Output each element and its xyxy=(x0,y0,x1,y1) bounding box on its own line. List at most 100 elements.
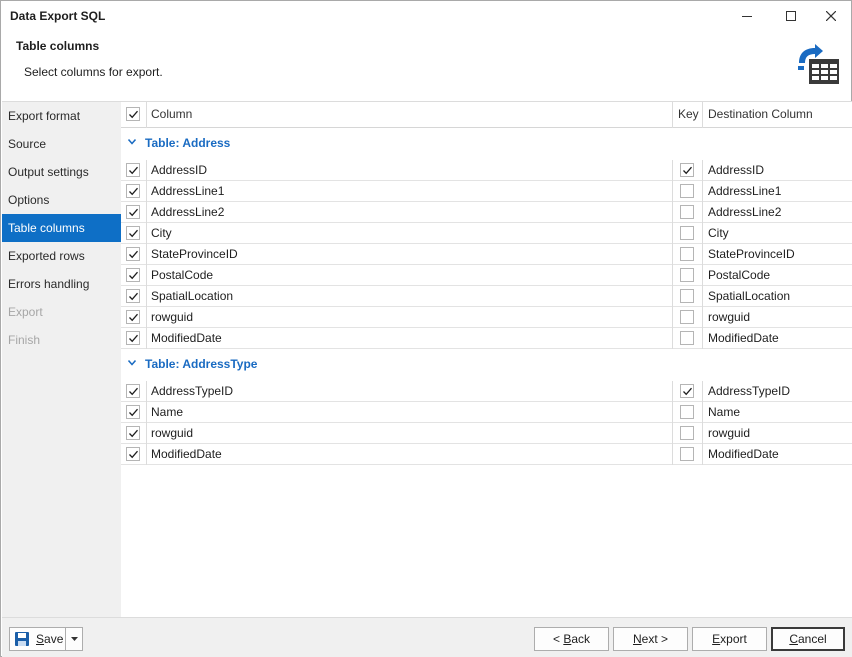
sidebar-item[interactable]: Export format xyxy=(2,102,121,130)
checkmark-icon xyxy=(129,450,138,459)
destination-column[interactable]: rowguid xyxy=(708,310,750,324)
select-all-checkbox[interactable] xyxy=(126,107,140,121)
table-row[interactable]: AddressLine2 AddressLine2 xyxy=(121,202,852,223)
column-select-checkbox[interactable] xyxy=(126,184,140,198)
key-checkbox[interactable] xyxy=(680,405,694,419)
column-select-checkbox[interactable] xyxy=(126,384,140,398)
table-row[interactable]: AddressTypeID AddressTypeID xyxy=(121,381,852,402)
destination-column[interactable]: ModifiedDate xyxy=(708,331,779,345)
key-checkbox[interactable] xyxy=(680,384,694,398)
minimize-icon xyxy=(742,16,752,17)
chevron-down-icon[interactable] xyxy=(128,360,136,366)
cell-divider xyxy=(672,223,673,244)
sidebar-item[interactable]: Exported rows xyxy=(2,242,121,270)
sidebar-item[interactable]: Source xyxy=(2,130,121,158)
sidebar-item[interactable]: Table columns xyxy=(2,214,121,242)
column-select-checkbox[interactable] xyxy=(126,163,140,177)
column-header-column[interactable]: Column xyxy=(151,102,192,127)
destination-column[interactable]: StateProvinceID xyxy=(708,247,795,261)
column-header-key[interactable]: Key xyxy=(678,102,699,127)
sidebar-item[interactable]: Options xyxy=(2,186,121,214)
key-checkbox[interactable] xyxy=(680,226,694,240)
destination-column[interactable]: AddressLine1 xyxy=(708,184,781,198)
key-checkbox[interactable] xyxy=(680,184,694,198)
table-row[interactable]: ModifiedDate ModifiedDate xyxy=(121,444,852,465)
key-checkbox[interactable] xyxy=(680,268,694,282)
table-row[interactable]: PostalCode PostalCode xyxy=(121,265,852,286)
sidebar-item[interactable]: Errors handling xyxy=(2,270,121,298)
chevron-down-icon xyxy=(70,637,78,641)
group-row[interactable]: Table: Address xyxy=(121,128,852,160)
column-select-checkbox[interactable] xyxy=(126,205,140,219)
column-select-checkbox[interactable] xyxy=(126,247,140,261)
maximize-icon xyxy=(786,11,796,21)
column-name: AddressLine1 xyxy=(151,184,225,198)
key-checkbox[interactable] xyxy=(680,289,694,303)
destination-column[interactable]: City xyxy=(708,226,729,240)
dialog-window: Data Export SQL Table columns Select col… xyxy=(0,0,852,657)
column-name: Name xyxy=(151,405,184,419)
cancel-label: Cancel xyxy=(789,632,827,646)
save-dropdown-button[interactable] xyxy=(65,627,83,651)
maximize-button[interactable] xyxy=(769,1,813,31)
column-header-destination[interactable]: Destination Column xyxy=(708,102,813,127)
table-row[interactable]: StateProvinceID StateProvinceID xyxy=(121,244,852,265)
save-button[interactable]: Save xyxy=(9,627,66,651)
back-label: < Back xyxy=(552,632,591,646)
close-button[interactable] xyxy=(809,1,852,31)
table-row[interactable]: AddressID AddressID xyxy=(121,160,852,181)
key-checkbox[interactable] xyxy=(680,310,694,324)
cancel-button[interactable]: Cancel xyxy=(771,627,845,651)
column-name: StateProvinceID xyxy=(151,247,238,261)
key-checkbox[interactable] xyxy=(680,247,694,261)
destination-column[interactable]: ModifiedDate xyxy=(708,447,779,461)
column-select-checkbox[interactable] xyxy=(126,310,140,324)
destination-column[interactable]: Name xyxy=(708,405,740,419)
column-name: PostalCode xyxy=(151,268,214,282)
column-select-checkbox[interactable] xyxy=(126,268,140,282)
column-name: ModifiedDate xyxy=(151,447,222,461)
destination-column[interactable]: rowguid xyxy=(708,426,750,440)
group-row[interactable]: Table: AddressType xyxy=(121,349,852,381)
table-row[interactable]: rowguid rowguid xyxy=(121,423,852,444)
key-checkbox[interactable] xyxy=(680,426,694,440)
destination-column[interactable]: AddressTypeID xyxy=(708,384,790,398)
key-checkbox[interactable] xyxy=(680,331,694,345)
column-select-checkbox[interactable] xyxy=(126,289,140,303)
column-select-checkbox[interactable] xyxy=(126,447,140,461)
chevron-down-icon[interactable] xyxy=(128,139,136,145)
column-select-checkbox[interactable] xyxy=(126,331,140,345)
checkmark-icon xyxy=(683,166,692,175)
key-checkbox[interactable] xyxy=(680,447,694,461)
key-checkbox[interactable] xyxy=(680,163,694,177)
table-row[interactable]: City City xyxy=(121,223,852,244)
destination-column[interactable]: AddressLine2 xyxy=(708,205,781,219)
cell-divider xyxy=(702,202,703,223)
cell-divider xyxy=(672,307,673,328)
cell-divider xyxy=(146,244,147,265)
save-icon xyxy=(15,632,29,646)
column-select-checkbox[interactable] xyxy=(126,226,140,240)
table-row[interactable]: AddressLine1 AddressLine1 xyxy=(121,181,852,202)
table-row[interactable]: ModifiedDate ModifiedDate xyxy=(121,328,852,349)
minimize-button[interactable] xyxy=(725,1,769,31)
table-export-icon xyxy=(798,44,839,84)
table-row[interactable]: Name Name xyxy=(121,402,852,423)
destination-column[interactable]: AddressID xyxy=(708,163,764,177)
header-divider xyxy=(702,102,703,128)
export-button[interactable]: Export xyxy=(692,627,767,651)
group-label: Table: AddressType xyxy=(145,357,258,371)
key-checkbox[interactable] xyxy=(680,205,694,219)
sidebar-item[interactable]: Output settings xyxy=(2,158,121,186)
destination-column[interactable]: PostalCode xyxy=(708,268,770,282)
destination-column[interactable]: SpatialLocation xyxy=(708,289,790,303)
column-select-checkbox[interactable] xyxy=(126,426,140,440)
cell-divider xyxy=(672,444,673,465)
table-row[interactable]: SpatialLocation SpatialLocation xyxy=(121,286,852,307)
header-divider xyxy=(672,102,673,128)
table-row[interactable]: rowguid rowguid xyxy=(121,307,852,328)
back-button[interactable]: < Back xyxy=(534,627,609,651)
column-select-checkbox[interactable] xyxy=(126,405,140,419)
checkmark-icon xyxy=(129,110,138,119)
next-button[interactable]: Next > xyxy=(613,627,688,651)
